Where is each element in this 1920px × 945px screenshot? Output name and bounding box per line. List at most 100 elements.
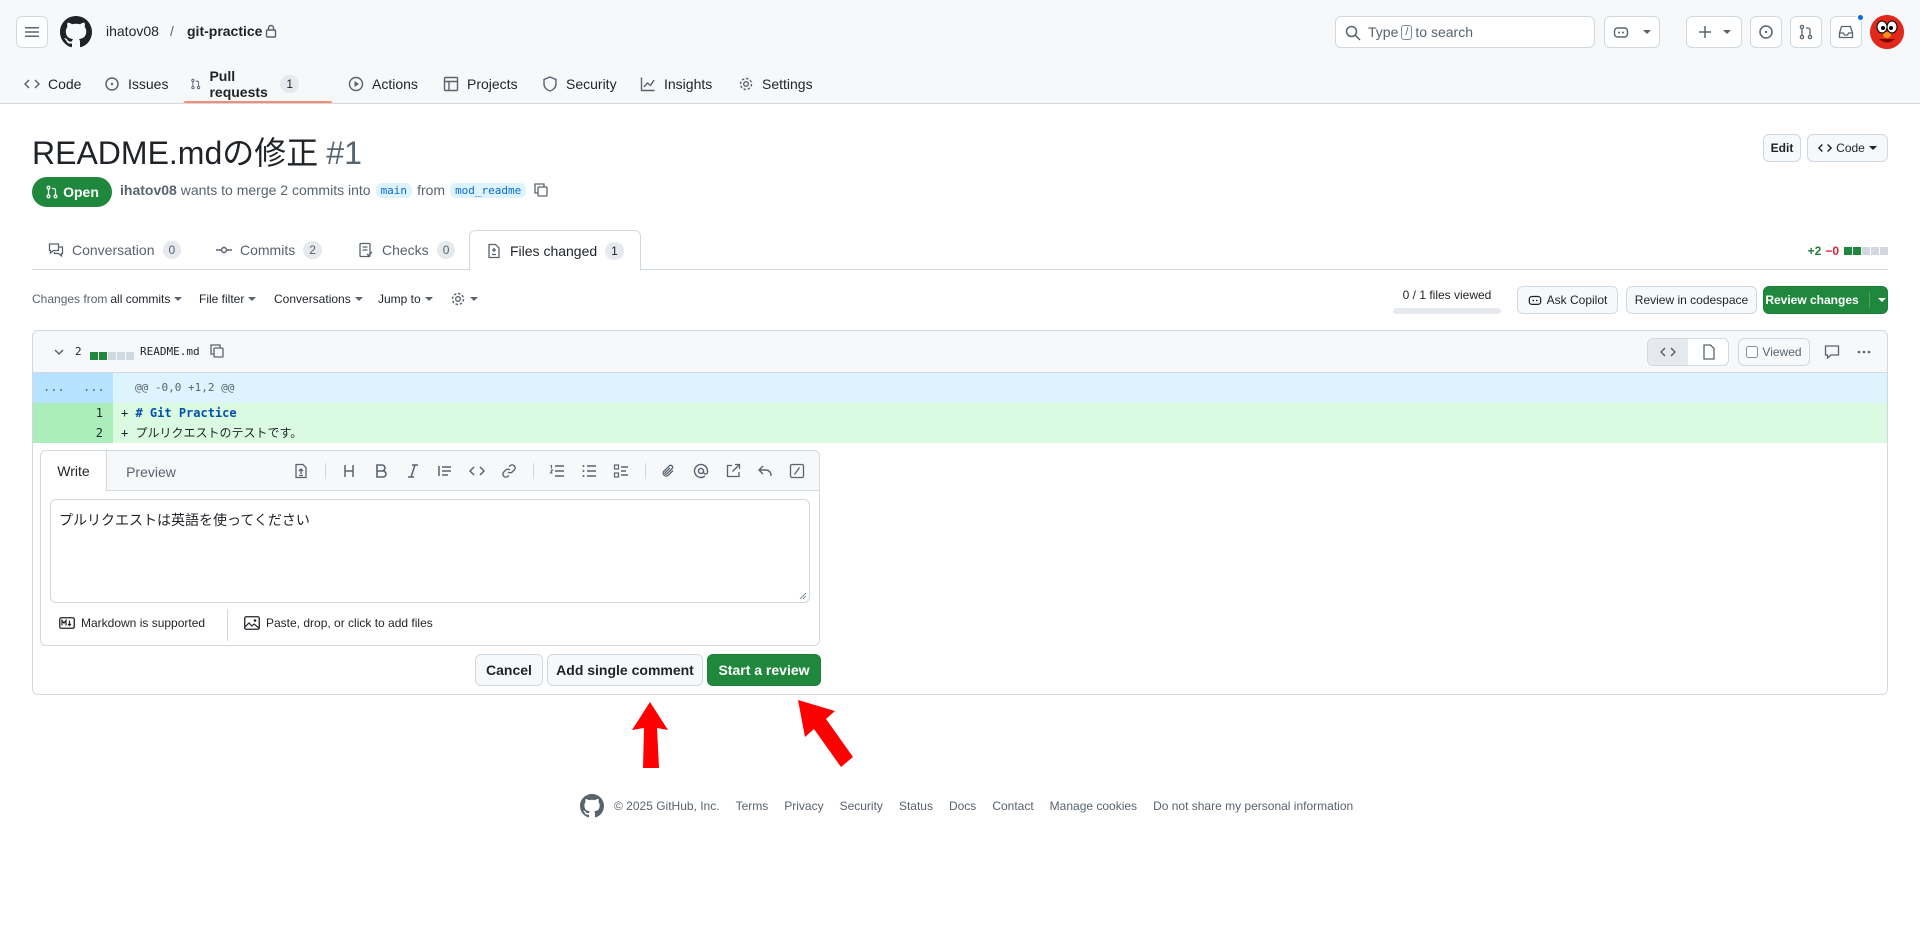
code-button[interactable] <box>467 461 487 481</box>
slash-command-button[interactable] <box>787 461 807 481</box>
footer-link-privacy[interactable]: Privacy <box>784 799 823 813</box>
issues-button[interactable] <box>1750 16 1782 48</box>
changes-from-dropdown[interactable]: Changes from all commits <box>32 292 183 306</box>
gear-icon <box>739 77 753 91</box>
pull-requests-button[interactable] <box>1790 16 1822 48</box>
attach-files-link[interactable]: Paste, drop, or click to add files <box>244 616 433 630</box>
nav-security[interactable]: Security <box>542 72 617 96</box>
review-changes-button[interactable]: Review changes <box>1763 286 1888 314</box>
nav-projects[interactable]: Projects <box>443 72 518 96</box>
unordered-list-button[interactable] <box>579 461 599 481</box>
footer-link-docs[interactable]: Docs <box>949 799 976 813</box>
nav-settings[interactable]: Settings <box>738 72 813 96</box>
tab-commits[interactable]: Commits 2 <box>200 230 338 270</box>
pr-tabs: Conversation 0 Commits 2 Checks 0 Files … <box>32 230 1888 271</box>
inbox-button[interactable] <box>1830 13 1865 48</box>
graph-icon <box>640 77 655 92</box>
attach-button[interactable] <box>659 461 679 481</box>
footer-link-manage-cookies[interactable]: Manage cookies <box>1050 799 1137 813</box>
tab-checks[interactable]: Checks 0 <box>342 230 471 270</box>
search-input[interactable]: Type / to search <box>1335 16 1595 48</box>
viewed-checkbox[interactable]: Viewed <box>1738 338 1810 366</box>
start-review-button[interactable]: Start a review <box>707 654 821 686</box>
source-diff-button[interactable] <box>1648 339 1688 365</box>
code-icon <box>469 466 485 476</box>
footer-link-terms[interactable]: Terms <box>736 799 769 813</box>
rich-diff-button[interactable] <box>1689 339 1729 365</box>
kebab-horizontal-icon[interactable] <box>1856 344 1872 360</box>
menu-button[interactable] <box>16 16 48 48</box>
line-number[interactable]: 1 <box>33 403 113 423</box>
github-logo-icon[interactable] <box>580 794 604 818</box>
nav-insights[interactable]: Insights <box>640 72 712 96</box>
cancel-button[interactable]: Cancel <box>475 654 543 686</box>
nav-issues[interactable]: Issues <box>104 72 168 96</box>
pr-author[interactable]: ihatov08 <box>120 182 177 198</box>
write-tab[interactable]: Write <box>41 451 107 492</box>
markdown-supported-link[interactable]: Markdown is supported <box>59 616 205 630</box>
footer-link-status[interactable]: Status <box>899 799 933 813</box>
copy-icon[interactable] <box>209 343 225 359</box>
tab-conversation[interactable]: Conversation 0 <box>32 230 197 270</box>
nav-actions[interactable]: Actions <box>348 72 418 96</box>
task-list-button[interactable] <box>611 461 631 481</box>
diff-line[interactable]: 1 + # Git Practice <box>33 403 1887 423</box>
reference-button[interactable] <box>723 461 743 481</box>
file-filter-dropdown[interactable]: File filter <box>199 292 257 306</box>
italic-button[interactable] <box>403 461 423 481</box>
conversations-dropdown[interactable]: Conversations <box>274 292 363 306</box>
link-button[interactable] <box>499 461 519 481</box>
review-in-codespace-button[interactable]: Review in codespace <box>1626 286 1757 314</box>
jump-to-dropdown[interactable]: Jump to <box>378 292 433 306</box>
head-branch[interactable]: mod_readme <box>450 182 527 198</box>
code-dropdown-button[interactable]: Code <box>1807 134 1888 162</box>
base-branch[interactable]: main <box>375 182 413 198</box>
mention-icon <box>693 463 709 479</box>
hamburger-icon <box>25 27 39 37</box>
hunk-left-marker: ... <box>43 380 65 394</box>
files-viewed-label: 0 / 1 files viewed <box>1402 288 1492 302</box>
comment-icon[interactable] <box>1824 344 1840 360</box>
tab-files-changed[interactable]: Files changed 1 <box>469 230 641 271</box>
saved-reply-button[interactable] <box>755 461 775 481</box>
ordered-list-button[interactable] <box>547 461 567 481</box>
breadcrumb-repo[interactable]: git-practice <box>187 23 262 39</box>
chevron-down-icon[interactable] <box>53 346 65 358</box>
resize-handle-icon[interactable] <box>799 592 807 600</box>
file-name[interactable]: README.md <box>140 345 200 358</box>
edit-title-button[interactable]: Edit <box>1763 134 1801 162</box>
footer-link-security[interactable]: Security <box>840 799 883 813</box>
footer-link-contact[interactable]: Contact <box>992 799 1033 813</box>
chevron-down-icon <box>1877 298 1886 302</box>
line-number[interactable]: 2 <box>33 423 113 443</box>
nav-pull-requests[interactable]: Pull requests 1 <box>190 68 300 100</box>
user-avatar[interactable] <box>1870 15 1904 49</box>
nav-projects-label: Projects <box>467 76 518 92</box>
github-logo-icon[interactable] <box>60 16 92 48</box>
create-new-button[interactable] <box>1686 16 1742 48</box>
add-single-comment-button[interactable]: Add single comment <box>547 654 703 686</box>
copy-icon[interactable] <box>533 182 549 198</box>
copilot-button[interactable] <box>1604 16 1660 48</box>
comment-discussion-icon <box>48 243 64 258</box>
diff-settings-button[interactable] <box>450 291 478 307</box>
status-badge: Open <box>32 177 112 207</box>
bold-button[interactable] <box>371 461 391 481</box>
hunk-header-text: @@ -0,0 +1,2 @@ <box>135 381 235 394</box>
notification-dot-icon <box>1856 13 1865 22</box>
heading-button[interactable] <box>339 461 359 481</box>
nav-code[interactable]: Code <box>24 72 81 96</box>
ask-copilot-button[interactable]: Ask Copilot <box>1517 286 1618 314</box>
shield-icon <box>543 76 557 92</box>
template-button[interactable] <box>291 461 311 481</box>
breadcrumb-owner[interactable]: ihatov08 <box>106 23 159 39</box>
preview-tab[interactable]: Preview <box>109 451 193 492</box>
file-changes-count: 2 <box>75 345 82 358</box>
hunk-expand[interactable]: ... ... <box>33 373 113 403</box>
diff-line[interactable]: 2 + プルリクエストのテストです。 <box>33 423 1887 443</box>
toolbar-divider <box>325 463 326 479</box>
footer-link-do-not-share[interactable]: Do not share my personal information <box>1153 799 1353 813</box>
quote-button[interactable] <box>435 461 455 481</box>
mention-button[interactable] <box>691 461 711 481</box>
comment-textarea[interactable]: プルリクエストは英語を使ってください <box>50 499 810 603</box>
